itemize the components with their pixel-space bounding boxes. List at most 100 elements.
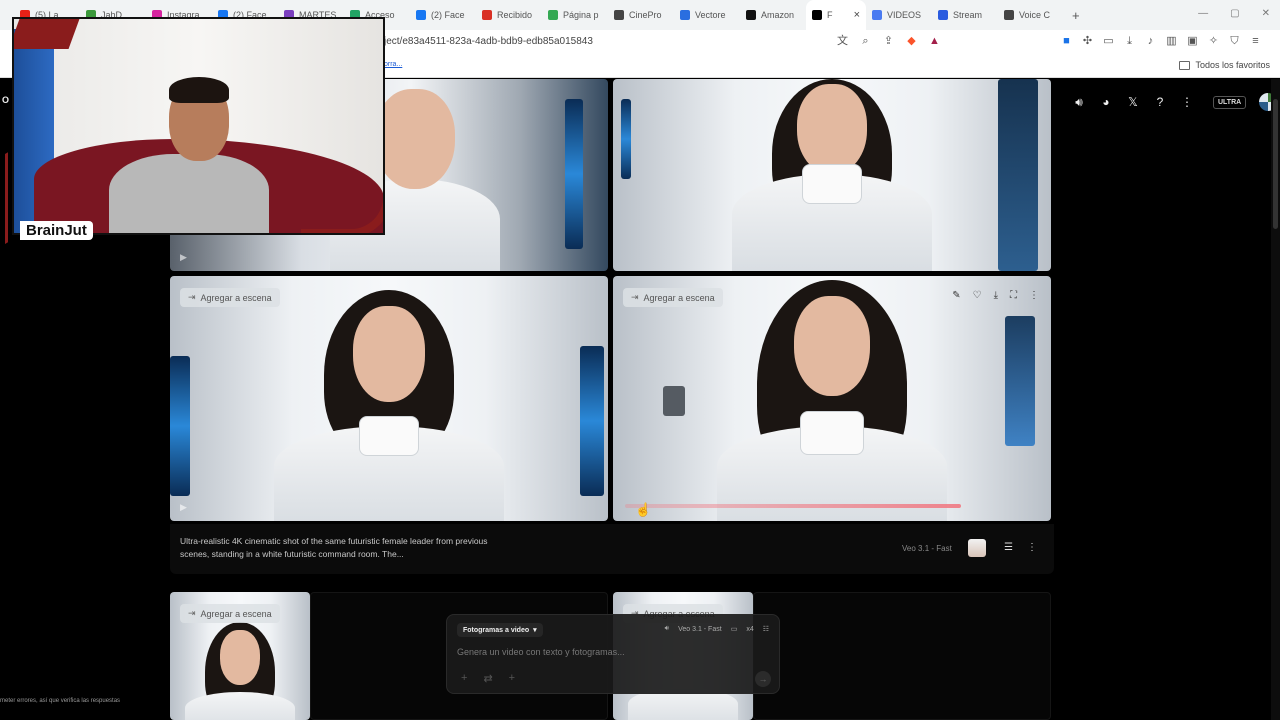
menu-icon[interactable]: ≡ bbox=[1249, 35, 1262, 48]
webcam-overlay bbox=[12, 17, 385, 235]
bookmark-link[interactable]: orra... bbox=[384, 61, 402, 68]
volume-icon[interactable]: 🔊︎ bbox=[1072, 95, 1086, 110]
download-icon[interactable]: ⤓ bbox=[1123, 35, 1136, 48]
browser-tab[interactable]: VIDEOS bbox=[866, 0, 932, 30]
new-tab-button[interactable]: + bbox=[1072, 8, 1080, 23]
add-to-scene-label: Agregar a escena bbox=[200, 608, 272, 619]
page-scrollbar[interactable] bbox=[1271, 79, 1280, 720]
video-tile[interactable] bbox=[613, 79, 1051, 271]
send-button[interactable]: → bbox=[755, 671, 771, 687]
chevron-down-icon: ▾ bbox=[533, 627, 537, 634]
browser-tab[interactable]: Voice C bbox=[998, 0, 1064, 30]
mode-label: Fotogramas a video bbox=[463, 626, 530, 634]
scrollbar-thumb[interactable] bbox=[1273, 99, 1278, 229]
browser-tab[interactable]: Página p bbox=[542, 0, 608, 30]
video-scrubber[interactable] bbox=[625, 504, 961, 508]
browser-tab[interactable]: CinePro bbox=[608, 0, 674, 30]
model-label: Veo 3.1 - Fast bbox=[902, 544, 952, 553]
browser-tab[interactable]: Stream bbox=[932, 0, 998, 30]
output-count[interactable]: x4 bbox=[746, 626, 753, 633]
video-tile-hovered[interactable]: ⇥ Agregar a escena ✎ ♡ ⤓ ⛶ ⋮ ☝ bbox=[613, 276, 1051, 521]
x-social-icon[interactable]: 𝕏 bbox=[1126, 95, 1140, 109]
more-icon[interactable]: ⋮ bbox=[1029, 290, 1039, 301]
add-to-scene-button[interactable]: ⇥ Agregar a escena bbox=[180, 288, 280, 307]
figure-face bbox=[353, 306, 425, 402]
video-tile[interactable] bbox=[753, 592, 1051, 720]
play-icon[interactable]: ▶ bbox=[180, 252, 187, 263]
tab-label: (2) Face bbox=[431, 10, 465, 20]
webcam-frame-decoration bbox=[14, 19, 80, 49]
tab-favicon-icon bbox=[614, 10, 624, 20]
video-tile[interactable]: ⇥ Agregar a escena ▶ bbox=[170, 276, 608, 521]
close-tab-icon[interactable]: × bbox=[854, 9, 860, 21]
swap-frames-icon[interactable]: ⇄ bbox=[483, 672, 492, 685]
figure-face bbox=[220, 630, 260, 685]
prompt-composer: Fotogramas a video ▾ 🔊︎ Veo 3.1 - Fast ▭… bbox=[446, 614, 780, 694]
tab-favicon-icon bbox=[812, 10, 822, 20]
wall-light bbox=[1005, 316, 1035, 446]
tab-label: CinePro bbox=[629, 10, 662, 20]
puzzle-icon[interactable]: ✣ bbox=[1081, 35, 1094, 48]
zoom-icon[interactable]: ⌕ bbox=[859, 35, 872, 48]
browser-tab[interactable]: Recibido bbox=[476, 0, 542, 30]
figure-collar bbox=[359, 416, 419, 456]
prompt-caption[interactable]: Ultra-realistic 4K cinematic shot of the… bbox=[180, 535, 510, 561]
more-options-icon[interactable]: ⋮ bbox=[1180, 95, 1194, 109]
translate-icon[interactable]: 文 bbox=[836, 35, 849, 48]
url-text[interactable]: ject/e83a4511-823a-4adb-bdb9-edb85a01584… bbox=[384, 36, 593, 47]
favorite-icon[interactable]: ♡ bbox=[973, 290, 982, 301]
browser-tab[interactable]: Vectore bbox=[674, 0, 740, 30]
wallet-icon[interactable]: ▣ bbox=[1186, 35, 1199, 48]
mode-selector[interactable]: Fotogramas a video ▾ bbox=[457, 623, 543, 637]
settings-icon[interactable]: ☷ bbox=[763, 625, 769, 633]
prompt-input[interactable] bbox=[457, 647, 757, 657]
sidebar-icon[interactable]: ▥ bbox=[1165, 35, 1178, 48]
close-window-icon[interactable]: ✕ bbox=[1262, 8, 1270, 19]
minimize-icon[interactable]: — bbox=[1198, 8, 1208, 19]
extension-icon[interactable]: ■ bbox=[1060, 35, 1073, 48]
webcam-person-hair bbox=[169, 77, 229, 103]
play-icon[interactable]: ▶ bbox=[180, 502, 187, 513]
rewards-icon[interactable]: ▲ bbox=[928, 35, 941, 48]
tab-label: F bbox=[827, 10, 833, 20]
audio-icon[interactable]: 🔊︎ bbox=[665, 625, 669, 633]
figure-suit bbox=[185, 692, 295, 720]
add-to-scene-button[interactable]: ⇥ Agregar a escena bbox=[623, 288, 723, 307]
aspect-icon[interactable]: ▭ bbox=[731, 625, 738, 633]
discord-icon[interactable]: ◕ bbox=[1099, 95, 1113, 109]
tab-label: Amazon bbox=[761, 10, 795, 20]
music-icon[interactable]: ♪ bbox=[1144, 35, 1157, 48]
window-icon[interactable]: ▭ bbox=[1102, 35, 1115, 48]
all-bookmarks-folder[interactable]: Todos los favoritos bbox=[1179, 60, 1270, 70]
download-icon[interactable]: ⤓ bbox=[994, 290, 998, 301]
app-top-toolbar: 🔊︎ ◕ 𝕏 ? ⋮ ULTRA bbox=[1072, 93, 1278, 111]
folder-icon bbox=[1179, 60, 1191, 70]
reference-thumbnail[interactable] bbox=[968, 539, 986, 557]
video-tile[interactable]: ⇥ Agregar a escena bbox=[170, 592, 310, 720]
reuse-prompt-icon[interactable]: ☰ bbox=[1004, 542, 1013, 553]
tab-favicon-icon bbox=[746, 10, 756, 20]
figure-face bbox=[797, 84, 867, 174]
generation-info-row: Ultra-realistic 4K cinematic shot of the… bbox=[170, 524, 1054, 574]
browser-tab[interactable]: (2) Face bbox=[410, 0, 476, 30]
share-icon[interactable]: ⇪ bbox=[882, 35, 895, 48]
browser-tab[interactable]: Amazon bbox=[740, 0, 806, 30]
maximize-icon[interactable]: ▢ bbox=[1230, 8, 1239, 19]
add-end-frame-icon[interactable]: + bbox=[509, 672, 515, 685]
webcam-person-body bbox=[109, 154, 269, 233]
tab-favicon-icon bbox=[872, 10, 882, 20]
brave-shield-icon[interactable]: ◆ bbox=[905, 35, 918, 48]
vpn-icon[interactable]: ⛉ bbox=[1228, 35, 1241, 48]
frame-tools: + ⇄ + bbox=[461, 672, 515, 685]
tab-favicon-icon bbox=[548, 10, 558, 20]
add-to-scene-button[interactable]: ⇥ Agregar a escena bbox=[180, 604, 280, 623]
edit-icon[interactable]: ✎ bbox=[952, 290, 960, 301]
help-icon[interactable]: ? bbox=[1153, 95, 1167, 109]
tab-label: Página p bbox=[563, 10, 599, 20]
fullscreen-icon[interactable]: ⛶ bbox=[1010, 290, 1017, 301]
browser-tab[interactable]: F × bbox=[806, 0, 866, 30]
ai-icon[interactable]: ✧ bbox=[1207, 35, 1220, 48]
add-start-frame-icon[interactable]: + bbox=[461, 672, 467, 685]
more-options-icon[interactable]: ⋮ bbox=[1027, 542, 1037, 553]
composer-model-label[interactable]: Veo 3.1 - Fast bbox=[678, 626, 722, 633]
